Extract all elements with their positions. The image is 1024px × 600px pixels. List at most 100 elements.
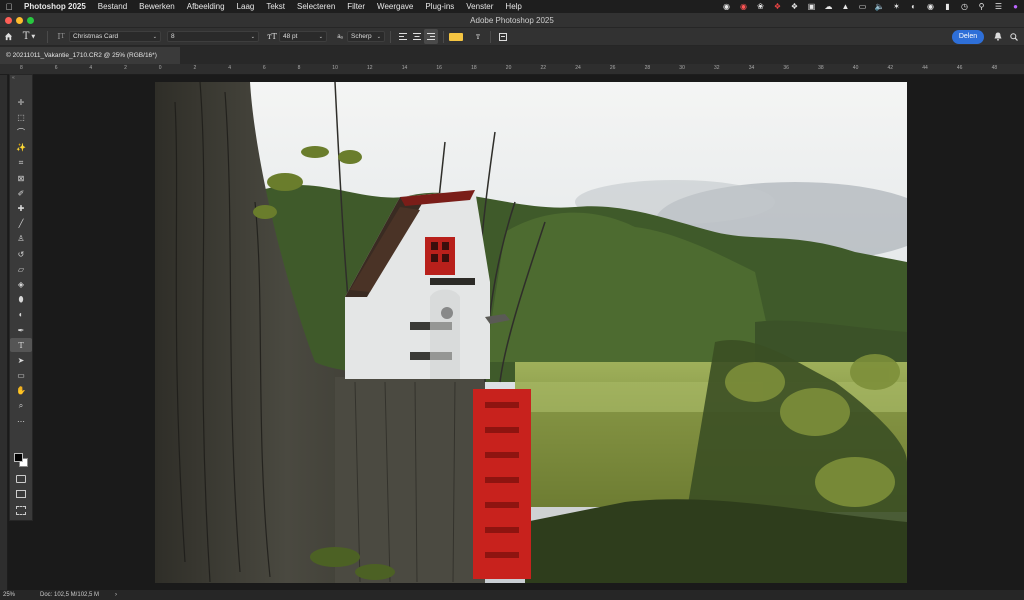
marquee-tool-icon[interactable]: ⬚ xyxy=(10,110,32,124)
window-title: Adobe Photoshop 2025 xyxy=(470,15,554,25)
battery-icon[interactable]: ▮ xyxy=(939,0,956,13)
menu-plugins[interactable]: Plug-ins xyxy=(419,2,460,11)
ruler-label: 8 xyxy=(297,65,301,71)
font-family-select[interactable]: Christmas Card ⌄ xyxy=(69,31,161,42)
document-info: Doc: 102,5 M/102,5 M xyxy=(40,592,100,598)
type-tool-icon[interactable]: T xyxy=(10,338,32,353)
ruler-label: 34 xyxy=(748,65,755,71)
display-icon[interactable]: ▭ xyxy=(854,0,871,13)
menu-filter[interactable]: Filter xyxy=(341,2,371,11)
document-tab[interactable]: © 20211011_Vakantie_1710.CR2 @ 25% (RGB/… xyxy=(0,47,180,64)
collapse-panel-icon[interactable]: « xyxy=(10,75,32,82)
text-color-swatch[interactable] xyxy=(449,32,463,41)
maximize-window-button[interactable] xyxy=(27,16,34,24)
ruler-label: 44 xyxy=(922,65,928,71)
screen-mode-icon[interactable] xyxy=(16,490,26,498)
volume-icon[interactable]: 🔈 xyxy=(871,0,888,13)
align-left-icon[interactable] xyxy=(396,29,410,44)
blur-tool-icon[interactable]: ⬮ xyxy=(10,293,32,307)
chevron-down-icon: ⌄ xyxy=(250,33,255,40)
dropbox-icon[interactable]: ❖ xyxy=(786,0,803,13)
bell-icon[interactable] xyxy=(990,29,1006,44)
anti-alias-select[interactable]: Scherp ⌄ xyxy=(347,31,385,42)
hand-tool-icon[interactable]: ✋ xyxy=(10,384,32,398)
control-center-icon[interactable]: ☰ xyxy=(990,0,1007,13)
menu-bestand[interactable]: Bestand xyxy=(92,2,133,11)
menu-afbeelding[interactable]: Afbeelding xyxy=(181,2,231,11)
menu-bewerken[interactable]: Bewerken xyxy=(133,2,181,11)
eraser-tool-icon[interactable]: ▱ xyxy=(10,262,32,276)
menu-photoshop[interactable]: Photoshop 2025 xyxy=(18,2,92,11)
eyedropper-tool-icon[interactable]: ✐ xyxy=(10,186,32,200)
character-panel-icon[interactable] xyxy=(496,29,510,44)
triangle-icon[interactable]: ▲ xyxy=(837,0,854,13)
menu-venster[interactable]: Venster xyxy=(460,2,499,11)
close-window-button[interactable] xyxy=(5,16,12,24)
document-tab-bar: © 20211011_Vakantie_1710.CR2 @ 25% (RGB/… xyxy=(0,46,1024,64)
app-icon-3[interactable]: ❀ xyxy=(752,0,769,13)
ruler-label: 20 xyxy=(505,65,512,71)
lasso-tool-icon[interactable]: ⌒ xyxy=(10,125,32,139)
ruler-label: 12 xyxy=(367,65,373,71)
font-family-value: Christmas Card xyxy=(73,33,119,40)
document-canvas[interactable] xyxy=(155,82,907,583)
brush-tool-icon[interactable]: ╱ xyxy=(10,217,32,231)
user-icon[interactable]: ◉ xyxy=(922,0,939,13)
status-menu-arrow[interactable]: › xyxy=(115,592,117,598)
apple-icon[interactable]:  xyxy=(0,2,18,12)
menu-laag[interactable]: Laag xyxy=(231,2,261,11)
foreground-color-swatch[interactable] xyxy=(14,453,23,462)
orientation-toggle-icon[interactable]: IT xyxy=(53,29,69,44)
ruler-label: 0 xyxy=(158,65,162,71)
magic-wand-tool-icon[interactable]: ✨ xyxy=(10,141,32,155)
zoom-level[interactable]: 25% xyxy=(0,592,40,598)
align-center-icon[interactable] xyxy=(410,29,424,44)
horizontal-ruler[interactable]: 8 6 4 2 0 2 4 6 8 10 12 14 16 18 20 22 24 26 28 30 32 34 36 38 4… xyxy=(0,64,1024,75)
home-icon[interactable] xyxy=(0,29,16,44)
menu-tekst[interactable]: Tekst xyxy=(260,2,291,11)
crop-tool-icon[interactable]: ⌗ xyxy=(10,156,32,170)
type-tool-icon[interactable]: T ▼ xyxy=(16,29,42,44)
move-tool-icon[interactable]: ✛ xyxy=(10,95,32,109)
ruler-label: 14 xyxy=(401,65,408,71)
chevron-down-icon: ⌄ xyxy=(376,33,381,40)
app-icon-4[interactable]: ❖ xyxy=(769,0,786,13)
menu-selecteren[interactable]: Selecteren xyxy=(291,2,341,11)
paint-bucket-tool-icon[interactable]: ◈ xyxy=(10,277,32,291)
generative-icon[interactable] xyxy=(16,506,26,515)
ruler-label: 36 xyxy=(783,65,789,71)
drive-icon[interactable]: ☁ xyxy=(820,0,837,13)
more-tools-icon[interactable]: ⋯ xyxy=(10,414,32,428)
bluetooth-icon[interactable]: ✶ xyxy=(888,0,905,13)
zoom-tool-icon[interactable]: ⌕ xyxy=(10,399,32,413)
app-icon-1[interactable]: ◉ xyxy=(718,0,735,13)
history-brush-tool-icon[interactable]: ↺ xyxy=(10,247,32,261)
menu-help[interactable]: Help xyxy=(499,2,527,11)
clone-stamp-tool-icon[interactable]: ♙ xyxy=(10,232,32,246)
search-icon[interactable] xyxy=(1006,29,1022,44)
search-icon[interactable]: ⚲ xyxy=(973,0,990,13)
path-selection-tool-icon[interactable]: ➤ xyxy=(10,353,32,367)
warp-text-icon[interactable]: ᴛ xyxy=(471,29,485,44)
align-right-icon[interactable] xyxy=(424,29,438,44)
vertical-ruler[interactable] xyxy=(0,75,8,590)
font-size-select[interactable]: 48 pt ⌄ xyxy=(279,31,327,42)
minimize-window-button[interactable] xyxy=(16,16,23,24)
rectangle-tool-icon[interactable]: ▭ xyxy=(10,369,32,383)
separator xyxy=(390,30,391,43)
window-titlebar: Adobe Photoshop 2025 xyxy=(0,13,1024,27)
menu-weergave[interactable]: Weergave xyxy=(371,2,419,11)
frame-tool-icon[interactable]: ⊠ xyxy=(10,171,32,185)
siri-icon[interactable]: ● xyxy=(1007,0,1024,13)
timemachine-icon[interactable]: ◷ xyxy=(956,0,973,13)
wifi-icon[interactable]: ◐ xyxy=(905,0,922,13)
dodge-tool-icon[interactable]: ◐ xyxy=(10,308,32,322)
app-icon-2[interactable]: ◉ xyxy=(735,0,752,13)
separator xyxy=(47,30,48,43)
font-style-select[interactable]: 8 ⌄ xyxy=(167,31,259,42)
pen-tool-icon[interactable]: ✒ xyxy=(10,323,32,337)
share-button[interactable]: Delen xyxy=(952,29,984,44)
app-icon-5[interactable]: ▣ xyxy=(803,0,820,13)
healing-brush-tool-icon[interactable]: ✚ xyxy=(10,201,32,215)
quick-mask-icon[interactable] xyxy=(16,475,26,483)
